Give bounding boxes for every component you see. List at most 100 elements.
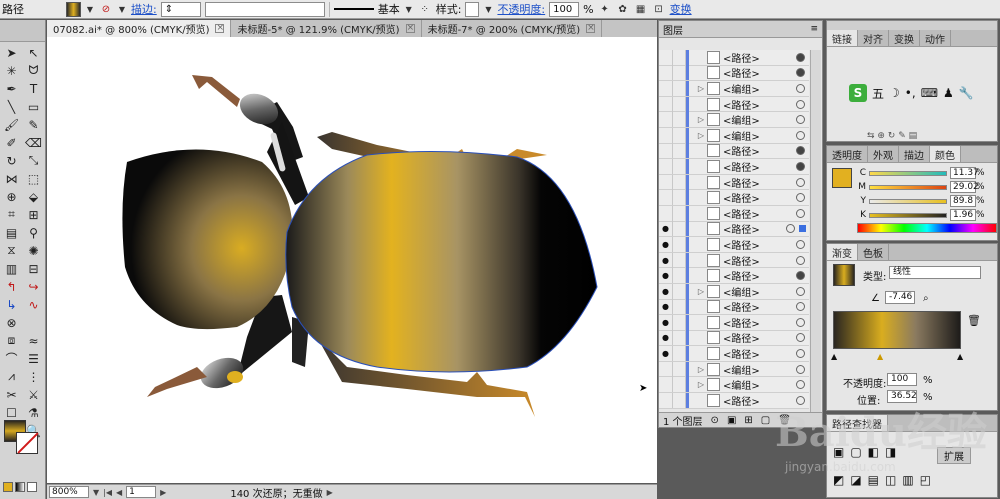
gradient-stop-mid[interactable]: ▲ (877, 352, 883, 361)
anchor-blue-icon[interactable]: ↳ (1, 296, 22, 313)
target-icon[interactable] (796, 317, 805, 327)
transform-link[interactable]: 变换 (670, 1, 692, 17)
close-icon[interactable]: × (215, 24, 225, 33)
pencil-tool-icon[interactable]: ✎ (23, 116, 44, 133)
tab-pathfinder[interactable]: 路径查找器 (827, 415, 888, 431)
align-tool-icon[interactable]: ☰ (23, 350, 44, 367)
layer-row[interactable]: <路径> (659, 392, 809, 409)
punct-icon[interactable]: •, (905, 86, 916, 100)
pen-tool-icon[interactable]: ✒ (1, 80, 22, 97)
locate-object-icon[interactable]: ⊙ (711, 415, 719, 426)
eye-icon[interactable]: ● (659, 283, 673, 299)
visibility-toggle[interactable] (659, 174, 673, 190)
stroke-weight-link[interactable]: 描边: (131, 1, 157, 17)
graphic-style-icon[interactable]: ⁘ (418, 2, 432, 16)
target-icon[interactable] (796, 177, 805, 187)
eye-icon[interactable]: ● (659, 252, 673, 268)
lock-toggle[interactable] (673, 143, 686, 159)
prev-page-icon[interactable]: ◀ (116, 488, 122, 497)
hand-tool-icon[interactable]: ☐ (1, 404, 22, 421)
channel-k-slider[interactable] (869, 212, 947, 218)
layer-row[interactable]: ● <路径> (659, 314, 809, 331)
expand-arrow-icon[interactable]: ▷ (689, 84, 707, 93)
slice-tool-icon[interactable]: ✂ (1, 386, 22, 403)
ime-mode-label[interactable]: 五 (872, 85, 884, 102)
layer-row[interactable]: ▷ <编组> (659, 377, 809, 394)
target-icon[interactable] (796, 286, 805, 296)
crosshair-tool-icon[interactable]: ⊗ (1, 314, 22, 331)
magic-wand-tool-icon[interactable]: ✳ (1, 62, 22, 79)
mesh-tool-icon[interactable]: ⊞ (23, 206, 44, 223)
beetle-body[interactable] (285, 150, 598, 373)
blend-tool-icon[interactable]: ⧖ (1, 242, 22, 259)
first-page-icon[interactable]: |◀ (103, 488, 112, 497)
target-icon[interactable] (796, 333, 805, 343)
next-page-icon[interactable]: ▶ (160, 488, 166, 497)
pathfinder-icons[interactable]: ◩◪▤◫▥◰ (833, 473, 937, 487)
rotate-tool-icon[interactable]: ↻ (1, 152, 22, 169)
stroke-color-box[interactable] (16, 432, 38, 454)
layer-row[interactable]: ● <路径> (659, 346, 809, 362)
artboard-canvas[interactable]: ➤ (47, 37, 657, 483)
eye-icon[interactable]: ● (659, 314, 673, 330)
fill-swatch[interactable] (66, 1, 81, 17)
perspective-grid-tool-icon[interactable]: ⌗ (1, 206, 22, 223)
lock-toggle[interactable] (673, 49, 686, 65)
new-layer-icon[interactable]: ▢ (761, 415, 770, 426)
target-icon[interactable] (796, 239, 805, 249)
tab-actions[interactable]: 动作 (920, 30, 951, 46)
symbol-sprayer-tool-icon[interactable]: ✺ (23, 242, 44, 259)
expand-button[interactable]: 扩展 (937, 447, 971, 464)
lock-toggle[interactable] (673, 190, 686, 206)
knife-tool-icon[interactable]: ⚔ (23, 386, 44, 403)
lock-toggle[interactable] (673, 346, 686, 362)
arc-tool-icon[interactable]: ⌒ (1, 350, 22, 367)
page-input[interactable]: 1 (126, 486, 157, 498)
layer-row[interactable]: ● <路径> (659, 330, 809, 347)
layer-row[interactable]: ● <路径> (659, 252, 809, 269)
target-icon[interactable] (796, 380, 805, 390)
lock-toggle[interactable] (673, 127, 686, 143)
eraser-tool-icon[interactable]: ⌫ (23, 134, 44, 151)
distribute-tool-icon[interactable]: ⋮ (23, 368, 44, 385)
tab-stroke[interactable]: 描边 (899, 146, 930, 162)
tab-document-1[interactable]: 07082.ai* @ 800% (CMYK/预览) × (47, 20, 232, 37)
warp-tool-icon[interactable]: ≈ (23, 332, 44, 349)
keyboard-icon[interactable]: ⌨ (921, 86, 938, 100)
eyedrop-tool-icon[interactable]: ⚗ (23, 404, 44, 421)
style-swatch[interactable] (465, 1, 480, 17)
lock-toggle[interactable] (673, 174, 686, 190)
align-icon[interactable]: ▦ (634, 2, 648, 16)
lock-toggle[interactable] (673, 80, 686, 96)
lock-toggle[interactable] (673, 158, 686, 174)
lock-toggle[interactable] (673, 65, 686, 81)
expand-arrow-icon[interactable]: ▷ (689, 365, 707, 374)
rectangle-tool-icon[interactable]: ▭ (23, 98, 44, 115)
eye-icon[interactable]: ● (659, 221, 673, 237)
target-icon[interactable] (796, 193, 805, 203)
gradient-preview[interactable] (833, 264, 855, 286)
visibility-toggle[interactable] (659, 96, 673, 112)
clipping-mask-icon[interactable]: ▣ (727, 415, 736, 426)
pathfinder-red-icon[interactable]: ↰ (1, 278, 22, 295)
opacity-input[interactable]: 100 (549, 1, 580, 17)
status-menu-icon[interactable]: ▶ (327, 488, 333, 497)
layer-row[interactable]: <路径> (659, 190, 809, 206)
expand-arrow-icon[interactable]: ▷ (689, 115, 707, 124)
layer-row[interactable]: ▷ <编组> (659, 80, 809, 97)
lock-toggle[interactable] (673, 221, 686, 237)
channel-m-slider[interactable] (869, 184, 947, 190)
shape-mode-icons[interactable]: ▣▢◧◨ (833, 445, 902, 459)
target-icon[interactable] (796, 68, 805, 78)
channel-y-input[interactable]: 89.8 (950, 195, 976, 207)
lock-toggle[interactable] (673, 299, 686, 315)
wrench-icon[interactable]: 🔧 (959, 86, 974, 100)
target-icon[interactable] (786, 224, 795, 234)
lock-toggle[interactable] (673, 314, 686, 330)
transform-icon[interactable]: ⊡ (652, 2, 666, 16)
target-icon[interactable] (796, 255, 805, 265)
eye-icon[interactable]: ● (659, 236, 673, 252)
lock-toggle[interactable] (673, 236, 686, 252)
color-button[interactable] (3, 482, 13, 492)
target-icon[interactable] (796, 83, 805, 93)
